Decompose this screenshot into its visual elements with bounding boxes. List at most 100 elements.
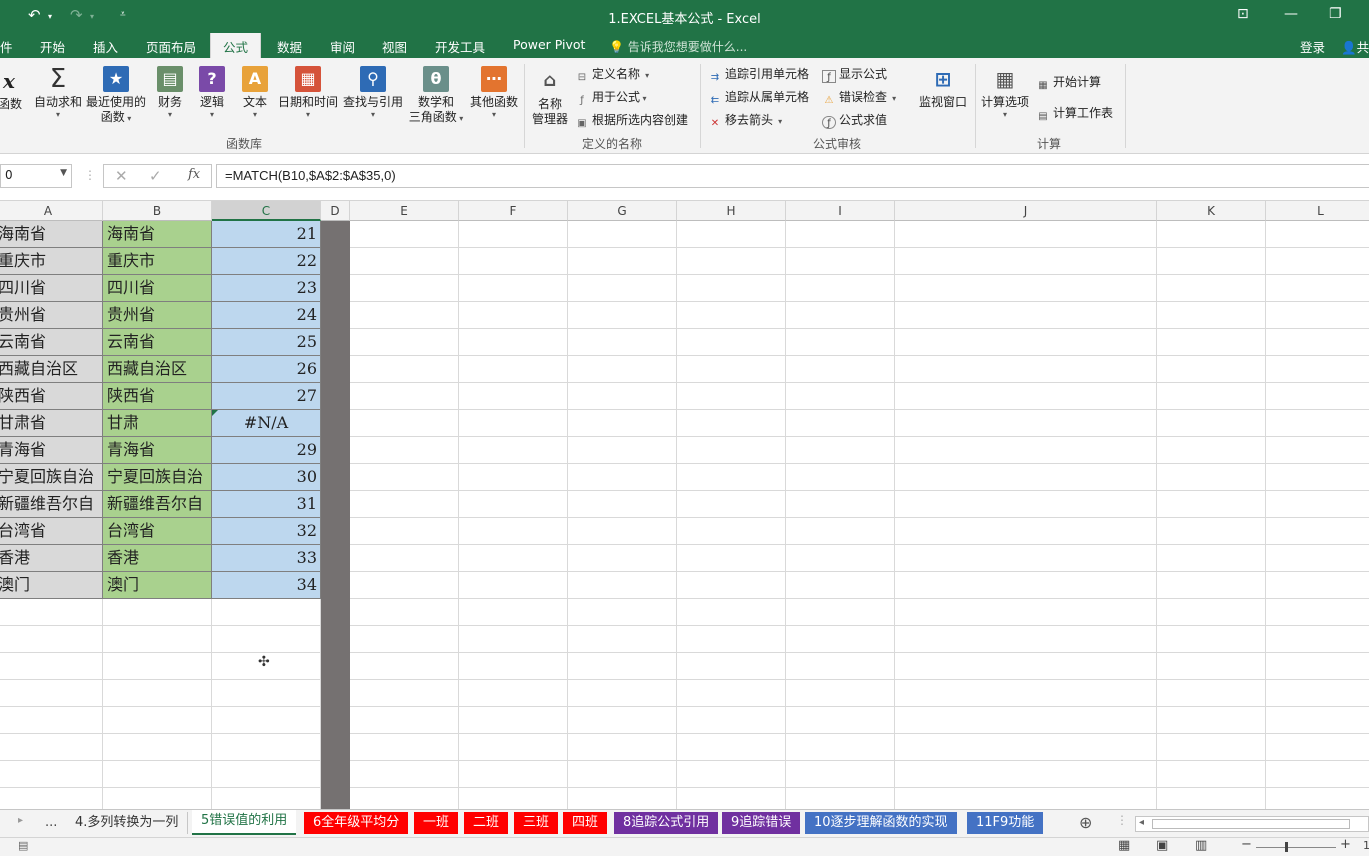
cell[interactable] bbox=[212, 599, 321, 626]
cell[interactable] bbox=[350, 599, 459, 626]
cell[interactable] bbox=[677, 491, 786, 518]
cell[interactable] bbox=[568, 221, 677, 248]
cell[interactable] bbox=[786, 572, 895, 599]
cell[interactable] bbox=[212, 626, 321, 653]
cell[interactable] bbox=[677, 221, 786, 248]
calculate-now-button[interactable]: ▦ 开始计算 bbox=[1036, 73, 1101, 92]
cell[interactable] bbox=[568, 491, 677, 518]
cell[interactable] bbox=[459, 653, 568, 680]
cell[interactable] bbox=[786, 653, 895, 680]
cell-b[interactable]: 四川省 bbox=[103, 275, 212, 302]
cell[interactable] bbox=[568, 248, 677, 275]
cell[interactable] bbox=[895, 329, 1157, 356]
cell[interactable] bbox=[568, 518, 677, 545]
cell[interactable] bbox=[1157, 464, 1266, 491]
cell[interactable] bbox=[350, 734, 459, 761]
cell[interactable] bbox=[895, 248, 1157, 275]
cell[interactable] bbox=[677, 707, 786, 734]
cell[interactable] bbox=[895, 383, 1157, 410]
cell-c[interactable]: 21 bbox=[212, 221, 321, 248]
cell-b[interactable]: 贵州省 bbox=[103, 302, 212, 329]
cell[interactable] bbox=[103, 734, 212, 761]
cell[interactable] bbox=[459, 491, 568, 518]
cell[interactable] bbox=[1266, 221, 1369, 248]
cell[interactable] bbox=[212, 734, 321, 761]
cell[interactable] bbox=[1266, 707, 1369, 734]
tell-me-search[interactable]: 💡 告诉我您想要做什么... bbox=[609, 38, 747, 55]
tab-developer[interactable]: 开发工具 bbox=[435, 37, 485, 56]
cell[interactable] bbox=[0, 626, 103, 653]
cell[interactable] bbox=[350, 221, 459, 248]
cell[interactable] bbox=[568, 734, 677, 761]
cell-a[interactable]: 陕西省 bbox=[0, 383, 103, 410]
sign-in-link[interactable]: 登录 bbox=[1300, 37, 1325, 56]
tab-home[interactable]: 开始 bbox=[40, 37, 65, 56]
cell[interactable] bbox=[350, 707, 459, 734]
zoom-level[interactable]: 1 bbox=[1363, 839, 1369, 852]
cell[interactable] bbox=[677, 383, 786, 410]
cell[interactable] bbox=[677, 275, 786, 302]
cell[interactable] bbox=[786, 383, 895, 410]
cell-b[interactable]: 陕西省 bbox=[103, 383, 212, 410]
cell[interactable] bbox=[1157, 383, 1266, 410]
cell-c[interactable]: 33 bbox=[212, 545, 321, 572]
cell[interactable] bbox=[786, 545, 895, 572]
cell[interactable] bbox=[568, 383, 677, 410]
cell[interactable] bbox=[677, 302, 786, 329]
cell[interactable] bbox=[459, 734, 568, 761]
cell[interactable] bbox=[1157, 248, 1266, 275]
column-header-h[interactable]: H bbox=[677, 201, 786, 221]
cell[interactable] bbox=[568, 437, 677, 464]
cell[interactable] bbox=[350, 383, 459, 410]
tab-page-layout[interactable]: 页面布局 bbox=[146, 37, 196, 56]
math-trig-button[interactable]: θ 数学和 三角函数 ▾ bbox=[406, 66, 466, 125]
cell[interactable] bbox=[103, 707, 212, 734]
cell[interactable] bbox=[677, 545, 786, 572]
cell[interactable] bbox=[103, 680, 212, 707]
cell[interactable] bbox=[1266, 356, 1369, 383]
restore-icon[interactable]: ❐ bbox=[1329, 6, 1342, 22]
minimize-icon[interactable]: — bbox=[1284, 6, 1298, 22]
cell[interactable] bbox=[786, 491, 895, 518]
cell[interactable] bbox=[0, 680, 103, 707]
cell[interactable] bbox=[350, 680, 459, 707]
cell[interactable] bbox=[1157, 275, 1266, 302]
cell[interactable] bbox=[786, 518, 895, 545]
cell-b[interactable]: 新疆维吾尔自 bbox=[103, 491, 212, 518]
cell[interactable] bbox=[895, 356, 1157, 383]
cell[interactable] bbox=[895, 788, 1157, 809]
tab-power-pivot[interactable]: Power Pivot bbox=[513, 37, 585, 52]
cell[interactable] bbox=[895, 410, 1157, 437]
cell[interactable] bbox=[1157, 599, 1266, 626]
sheet-tab[interactable]: 一班 bbox=[414, 812, 459, 834]
cell[interactable] bbox=[895, 572, 1157, 599]
cell[interactable] bbox=[1266, 518, 1369, 545]
cell-c[interactable]: 24 bbox=[212, 302, 321, 329]
cell[interactable] bbox=[677, 410, 786, 437]
cell[interactable] bbox=[350, 761, 459, 788]
cell[interactable] bbox=[895, 545, 1157, 572]
zoom-slider-thumb[interactable] bbox=[1285, 842, 1288, 852]
cell[interactable] bbox=[0, 734, 103, 761]
sheet-tab[interactable]: ... bbox=[36, 812, 68, 834]
cell[interactable] bbox=[677, 680, 786, 707]
autosum-button[interactable]: Σ 自动求和 ▾ bbox=[33, 66, 83, 120]
sheet-tab[interactable]: 三班 bbox=[514, 812, 559, 834]
cell[interactable] bbox=[459, 707, 568, 734]
cell[interactable] bbox=[212, 761, 321, 788]
create-from-selection-button[interactable]: ▣ 根据所选内容创建 bbox=[575, 111, 688, 130]
cell[interactable] bbox=[677, 464, 786, 491]
cell-b[interactable]: 重庆市 bbox=[103, 248, 212, 275]
cell[interactable] bbox=[568, 707, 677, 734]
cell[interactable] bbox=[103, 761, 212, 788]
cell[interactable] bbox=[350, 329, 459, 356]
cell-b[interactable]: 香港 bbox=[103, 545, 212, 572]
cell-a[interactable]: 宁夏回族自治 bbox=[0, 464, 103, 491]
cell[interactable] bbox=[1266, 491, 1369, 518]
cell-a[interactable]: 澳门 bbox=[0, 572, 103, 599]
cell[interactable] bbox=[568, 572, 677, 599]
cell[interactable] bbox=[1157, 653, 1266, 680]
tab-split-icon[interactable]: ⋮ bbox=[1116, 813, 1128, 827]
cell[interactable] bbox=[1157, 734, 1266, 761]
cell-a[interactable]: 甘肃省 bbox=[0, 410, 103, 437]
